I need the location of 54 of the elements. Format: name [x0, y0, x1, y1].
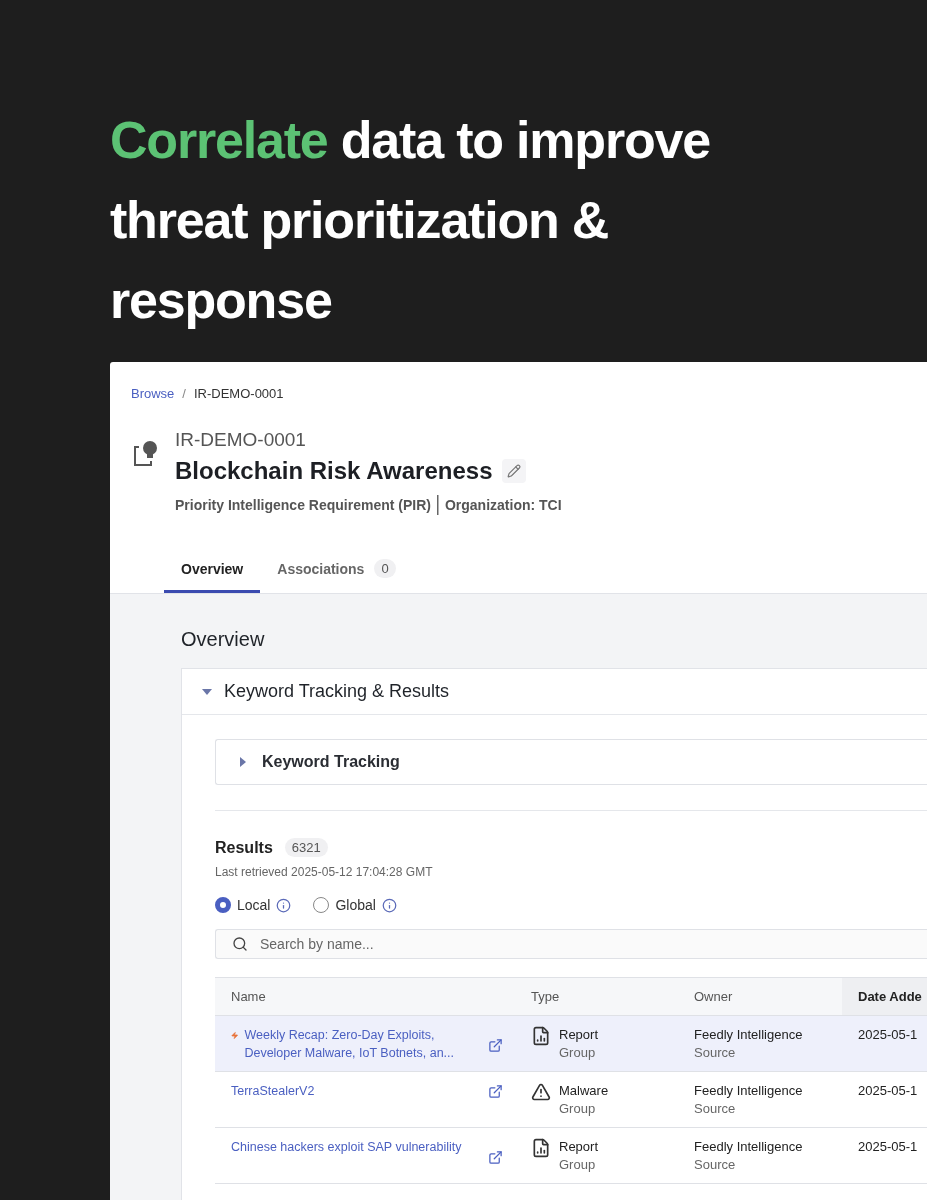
- search-input[interactable]: Search by name...: [258, 935, 911, 953]
- results-count: 6321: [284, 838, 328, 857]
- date-text: 2025-05-1: [858, 1138, 918, 1156]
- radio-button[interactable]: [215, 897, 231, 913]
- column-header: Owner: [678, 978, 842, 1016]
- tab-count: 0: [374, 559, 396, 578]
- chart-file-icon: [531, 1026, 551, 1046]
- owner-sub-text: Source: [694, 1156, 737, 1174]
- vertical-divider: [436, 495, 439, 515]
- edit-pencil-icon[interactable]: [502, 459, 527, 483]
- search-icon: [232, 936, 248, 952]
- search-bar[interactable]: Search by name...: [215, 929, 927, 959]
- column-header: Name: [215, 978, 515, 1016]
- column-header: Type: [515, 978, 678, 1016]
- column-header: Date Adde: [842, 978, 927, 1016]
- radio-label: Global: [335, 897, 376, 913]
- record-organization: Organization: TCI: [444, 497, 562, 513]
- last-retrieved-text: Last retrieved 2025-05-12 17:04:28 GMT: [215, 865, 434, 879]
- radio-button[interactable]: [313, 897, 330, 913]
- record-id: IR-DEMO-0001: [175, 429, 307, 451]
- type-sub-text: Group: [559, 1100, 597, 1118]
- type-text: Report: [559, 1138, 599, 1156]
- type-sub-text: Group: [559, 1156, 597, 1174]
- info-icon[interactable]: [381, 897, 397, 913]
- results-label: Results: [215, 838, 273, 857]
- result-link[interactable]: Weekly Recap: Zero-Day Exploits, Developer Malware, IoT Botnets, an...: [244, 1026, 474, 1062]
- owner-text: Feedly Intelligence: [694, 1026, 803, 1044]
- radio-label: Local: [237, 897, 271, 913]
- external-link-icon[interactable]: [488, 1084, 503, 1099]
- date-text: 2025-05-1: [858, 1082, 918, 1100]
- type-text: Malware: [559, 1082, 609, 1100]
- chart-file-icon: [531, 1138, 551, 1158]
- owner-sub-text: Source: [694, 1100, 737, 1118]
- section-title: Overview: [181, 628, 266, 651]
- record-title: Blockchain Risk Awareness: [175, 457, 493, 485]
- breadcrumb-separator: /: [182, 386, 186, 401]
- headline: Correlate data to improve threat prioritization & response: [110, 110, 711, 331]
- type-text: Report: [559, 1026, 599, 1044]
- owner-sub-text: Source: [694, 1044, 737, 1062]
- result-link[interactable]: Chinese hackers exploit SAP vulnerability: [231, 1138, 462, 1156]
- breadcrumb-current: IR-DEMO-0001: [194, 386, 284, 401]
- owner-text: Feedly Intelligence: [694, 1082, 803, 1100]
- date-text: 2025-05-1: [858, 1026, 918, 1044]
- external-link-icon[interactable]: [488, 1038, 503, 1053]
- subpanel-header[interactable]: Keyword Tracking: [215, 739, 927, 785]
- result-link[interactable]: TerraStealerV2: [231, 1082, 315, 1100]
- type-sub-text: Group: [559, 1044, 597, 1062]
- owner-text: Feedly Intelligence: [694, 1138, 803, 1156]
- record-type: Priority Intelligence Requirement (PIR): [175, 497, 431, 513]
- breadcrumb-link[interactable]: Browse: [131, 386, 175, 401]
- tab[interactable]: Associations 0: [260, 551, 413, 593]
- warning-triangle-icon: [531, 1082, 551, 1102]
- external-link-icon[interactable]: [488, 1150, 503, 1165]
- info-icon[interactable]: [276, 897, 292, 913]
